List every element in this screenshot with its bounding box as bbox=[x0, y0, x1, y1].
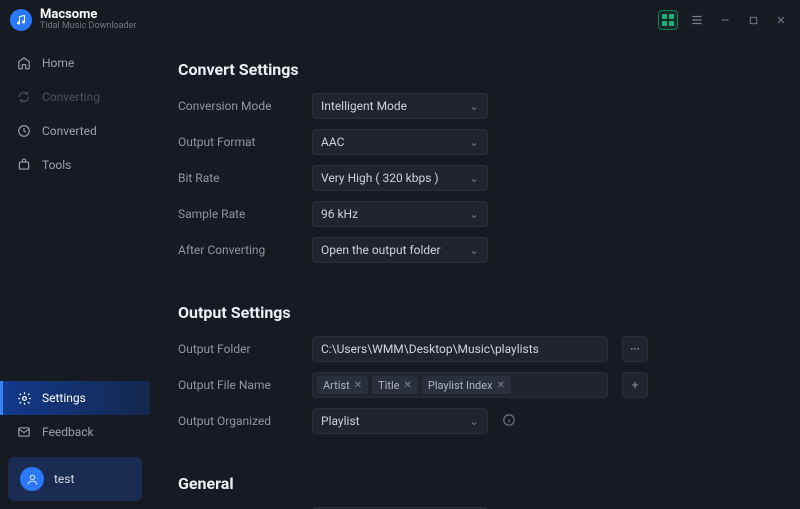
chevron-down-icon: ⌄ bbox=[469, 414, 479, 428]
output-folder-field[interactable]: C:\Users\WMM\Desktop\Music\playlists bbox=[312, 336, 608, 362]
sidebar-item-tools[interactable]: Tools bbox=[0, 148, 150, 182]
select-value: 96 kHz bbox=[321, 207, 358, 221]
label-after-converting: After Converting bbox=[178, 243, 298, 257]
sidebar-item-home[interactable]: Home bbox=[0, 46, 150, 80]
titlebar: Macsome Tidal Music Downloader bbox=[0, 0, 800, 40]
close-icon[interactable]: ✕ bbox=[497, 380, 505, 391]
minimize-button[interactable] bbox=[716, 11, 734, 29]
token-playlist-index[interactable]: Playlist Index✕ bbox=[422, 376, 511, 394]
select-bit-rate[interactable]: Very High ( 320 kbps ) ⌄ bbox=[312, 165, 488, 191]
app-logo bbox=[10, 9, 32, 31]
brand: Macsome Tidal Music Downloader bbox=[10, 8, 136, 32]
sidebar-item-converting[interactable]: Converting bbox=[0, 80, 150, 114]
sidebar-item-label: Converting bbox=[42, 90, 100, 104]
label-output-organized: Output Organized bbox=[178, 414, 298, 428]
select-value: Open the output folder bbox=[321, 243, 441, 257]
sidebar-item-label: Home bbox=[42, 56, 74, 70]
menu-button[interactable] bbox=[688, 11, 706, 29]
home-icon bbox=[16, 55, 32, 71]
section-title-output: Output Settings bbox=[178, 303, 772, 322]
avatar bbox=[20, 467, 44, 491]
chevron-down-icon: ⌄ bbox=[469, 207, 479, 221]
select-after-converting[interactable]: Open the output folder ⌄ bbox=[312, 237, 488, 263]
select-output-format[interactable]: AAC ⌄ bbox=[312, 129, 488, 155]
sidebar: Home Converting Converted Tools Settings bbox=[0, 40, 150, 509]
content-area: Convert Settings Conversion Mode Intelli… bbox=[150, 40, 800, 509]
close-button[interactable] bbox=[772, 11, 790, 29]
converting-icon bbox=[16, 89, 32, 105]
sidebar-item-label: Settings bbox=[42, 391, 86, 405]
feedback-icon bbox=[16, 424, 32, 440]
label-sample-rate: Sample Rate bbox=[178, 207, 298, 221]
window-controls bbox=[658, 10, 790, 30]
select-value: Intelligent Mode bbox=[321, 99, 407, 113]
select-value: Playlist bbox=[321, 414, 360, 428]
grid-view-button[interactable] bbox=[658, 10, 678, 30]
label-conversion-mode: Conversion Mode bbox=[178, 99, 298, 113]
select-value: AAC bbox=[321, 135, 344, 149]
select-conversion-mode[interactable]: Intelligent Mode ⌄ bbox=[312, 93, 488, 119]
output-file-name-field[interactable]: Artist✕ Title✕ Playlist Index✕ bbox=[312, 372, 608, 398]
maximize-button[interactable] bbox=[744, 11, 762, 29]
converted-icon bbox=[16, 123, 32, 139]
tools-icon bbox=[16, 157, 32, 173]
select-value: Very High ( 320 kbps ) bbox=[321, 171, 439, 185]
user-name: test bbox=[54, 472, 74, 486]
sidebar-item-label: Feedback bbox=[42, 425, 94, 439]
label-output-folder: Output Folder bbox=[178, 342, 298, 356]
label-output-file-name: Output File Name bbox=[178, 378, 298, 392]
chevron-down-icon: ⌄ bbox=[469, 135, 479, 149]
label-bit-rate: Bit Rate bbox=[178, 171, 298, 185]
token-artist[interactable]: Artist✕ bbox=[317, 376, 368, 394]
chevron-down-icon: ⌄ bbox=[469, 171, 479, 185]
info-icon[interactable] bbox=[502, 413, 516, 430]
sidebar-item-converted[interactable]: Converted bbox=[0, 114, 150, 148]
sidebar-item-feedback[interactable]: Feedback bbox=[0, 415, 150, 449]
token-title[interactable]: Title✕ bbox=[372, 376, 418, 394]
close-icon[interactable]: ✕ bbox=[354, 380, 362, 391]
chevron-down-icon: ⌄ bbox=[469, 243, 479, 257]
field-value: C:\Users\WMM\Desktop\Music\playlists bbox=[321, 342, 539, 356]
close-icon[interactable]: ✕ bbox=[403, 380, 411, 391]
section-title-convert: Convert Settings bbox=[178, 60, 772, 79]
sidebar-item-settings[interactable]: Settings bbox=[0, 381, 150, 415]
select-output-organized[interactable]: Playlist ⌄ bbox=[312, 408, 488, 434]
chevron-down-icon: ⌄ bbox=[469, 99, 479, 113]
app-subtitle: Tidal Music Downloader bbox=[40, 22, 136, 32]
add-token-button[interactable]: + bbox=[622, 372, 648, 398]
sidebar-item-label: Tools bbox=[42, 158, 71, 172]
browse-button[interactable]: ··· bbox=[622, 336, 648, 362]
gear-icon bbox=[16, 390, 32, 406]
app-title: Macsome bbox=[40, 8, 136, 22]
select-sample-rate[interactable]: 96 kHz ⌄ bbox=[312, 201, 488, 227]
user-block[interactable]: test bbox=[8, 457, 142, 501]
section-title-general: General bbox=[178, 474, 772, 493]
sidebar-item-label: Converted bbox=[42, 124, 97, 138]
label-output-format: Output Format bbox=[178, 135, 298, 149]
